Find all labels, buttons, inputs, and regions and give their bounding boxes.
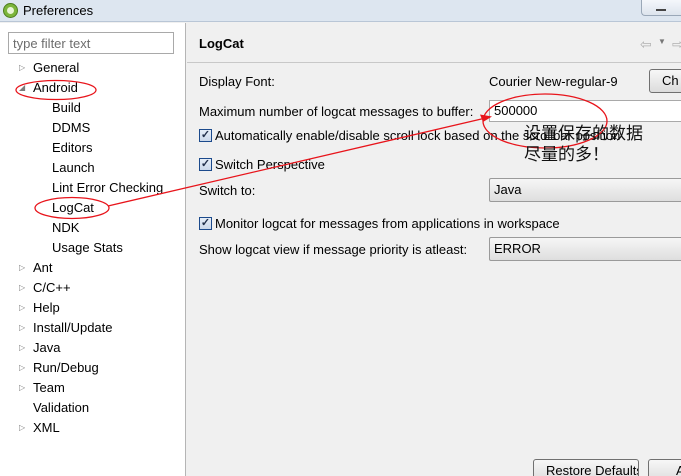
logcat-preferences-page: LogCat ⇦ ▼ ⇨ Display Font: Courier New-r… [187,23,681,476]
collapsed-arrow-icon[interactable]: ▷ [19,318,29,338]
minimize-button[interactable] [641,0,681,16]
back-arrow-icon[interactable]: ⇦ [640,36,652,53]
collapsed-arrow-icon[interactable]: ▷ [19,278,29,298]
change-font-button[interactable]: Ch [649,69,681,93]
switch-to-select[interactable]: Java [489,178,681,202]
chevron-down-icon[interactable]: ▼ [658,37,666,46]
annotation-note-line-2: 尽量的多！ [524,145,609,165]
monitor-label: Monitor logcat for messages from applica… [215,216,560,231]
restore-defaults-button[interactable]: Restore Defaults [533,459,639,476]
tree-item-ant[interactable]: ▷ Ant [0,258,185,278]
tree-item-label: General [33,60,80,75]
preferences-tree-panel: ▷ General ◢ Android Build DDMS Editors Launch Li… [0,23,186,476]
tree-item-lint-error-checking[interactable]: Lint Error Checking [0,178,185,198]
minimize-icon [656,9,666,11]
collapsed-arrow-icon[interactable]: ▷ [19,298,29,318]
max-messages-input[interactable]: 500000 [489,100,681,122]
apply-button[interactable]: A [648,459,681,476]
tree-item-label: Lint Error Checking [52,180,164,195]
tree-item-label: DDMS [52,120,91,135]
tree-item-label: LogCat [52,200,94,215]
tree-item-label: Run/Debug [33,360,99,375]
expanded-arrow-icon[interactable]: ◢ [19,78,29,98]
tree-item-c-c-[interactable]: ▷ C/C++ [0,278,185,298]
page-title: LogCat [199,36,244,51]
tree-item-editors[interactable]: Editors [0,138,185,158]
tree-item-label: XML [33,420,60,435]
tree-item-help[interactable]: ▷ Help [0,298,185,318]
priority-select[interactable]: ERROR [489,237,681,261]
tree-item-label: Editors [52,140,93,155]
tree-item-build[interactable]: Build [0,98,185,118]
tree-item-label: Android [33,80,78,95]
switch-to-label: Switch to: [199,183,256,198]
display-font-label: Display Font: [199,74,275,89]
collapsed-arrow-icon[interactable]: ▷ [19,378,29,398]
tree-item-label: NDK [52,220,80,235]
tree-item-label: Ant [33,260,53,275]
tree-item-install-update[interactable]: ▷ Install/Update [0,318,185,338]
switch-perspective-label: Switch Perspective [215,157,325,172]
tree-item-label: Usage Stats [52,240,123,255]
tree-item-xml[interactable]: ▷ XML [0,418,185,438]
filter-input[interactable] [8,32,174,54]
switch-perspective-checkbox[interactable]: ✓ [199,158,212,171]
auto-scroll-checkbox[interactable]: ✓ [199,129,212,142]
tree-item-label: Install/Update [33,320,113,335]
annotation-note-line-1: 设置保存的数据 [524,124,643,144]
forward-arrow-icon[interactable]: ⇨ [672,36,681,53]
tree-item-label: Launch [52,160,95,175]
collapsed-arrow-icon[interactable]: ▷ [19,358,29,378]
display-font-value: Courier New-regular-9 [489,74,618,89]
collapsed-arrow-icon[interactable]: ▷ [19,338,29,358]
monitor-checkbox[interactable]: ✓ [199,217,212,230]
tree-item-java[interactable]: ▷ Java [0,338,185,358]
tree-item-label: Team [33,380,65,395]
tree-item-ndk[interactable]: NDK [0,218,185,238]
tree-item-label: Help [33,300,60,315]
tree-item-label: Java [33,340,61,355]
tree-item-label: Build [52,100,81,115]
collapsed-arrow-icon[interactable]: ▷ [19,58,29,78]
header-divider [187,62,681,63]
tree-item-label: C/C++ [33,280,71,295]
window-title: Preferences [23,3,94,18]
show-view-label: Show logcat view if message priority is … [199,242,468,257]
max-messages-label: Maximum number of logcat messages to buf… [199,104,474,119]
tree-item-label: Validation [33,400,90,415]
tree-item-launch[interactable]: Launch [0,158,185,178]
tree-item-validation[interactable]: Validation [0,398,185,418]
collapsed-arrow-icon[interactable]: ▷ [19,258,29,278]
tree-item-usage-stats[interactable]: Usage Stats [0,238,185,258]
annotation-note: 设置保存的数据 尽量的多！ [524,124,674,166]
tree-item-run-debug[interactable]: ▷ Run/Debug [0,358,185,378]
tree-item-general[interactable]: ▷ General [0,58,185,78]
collapsed-arrow-icon[interactable]: ▷ [19,418,29,438]
tree-item-team[interactable]: ▷ Team [0,378,185,398]
eclipse-app-icon [3,3,18,18]
title-bar: Preferences [0,0,681,22]
tree-item-android[interactable]: ◢ Android [0,78,185,98]
tree-item-logcat[interactable]: LogCat [0,198,185,218]
tree-item-ddms[interactable]: DDMS [0,118,185,138]
